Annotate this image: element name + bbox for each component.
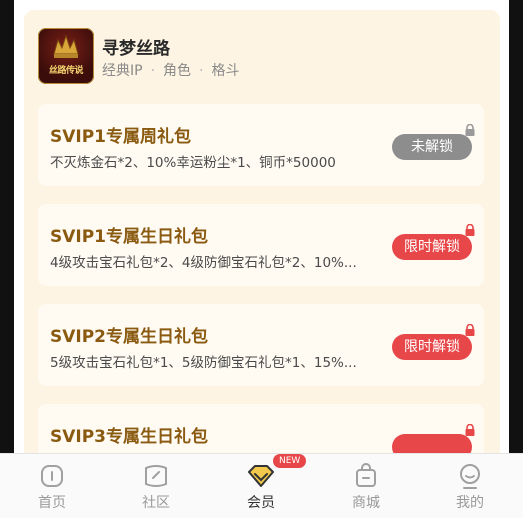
app-frame: 丝路传说 寻梦丝路 经典IP · 角色 · 格斗 SVIP1专属周礼包 不灭炼金石*2、… — [14, 0, 509, 517]
gift-pack-desc: 4级攻击宝石礼包*2、4级防御宝石礼包*2、10%... — [50, 255, 357, 271]
home-icon — [41, 465, 63, 487]
gift-pack-card[interactable]: SVIP2专属生日礼包 5级攻击宝石礼包*1、5级防御宝石礼包*1、15%...… — [38, 304, 484, 386]
lock-icon — [465, 124, 475, 136]
lock-icon — [465, 424, 475, 436]
game-tag: 格斗 — [211, 63, 240, 79]
game-tag: 角色 — [163, 63, 192, 79]
profile-icon — [460, 464, 480, 489]
tab-community[interactable]: 社区 — [116, 454, 196, 518]
new-badge: NEW — [273, 454, 307, 468]
unlock-button[interactable]: 未解锁 — [392, 134, 472, 160]
shop-bag-icon — [356, 463, 376, 487]
limited-unlock-button[interactable]: 限时解锁 — [392, 234, 472, 260]
gift-pack-card[interactable]: SVIP1专属生日礼包 4级攻击宝石礼包*2、4级防御宝石礼包*2、10%...… — [38, 204, 484, 286]
game-header: 丝路传说 寻梦丝路 经典IP · 角色 · 格斗 — [38, 28, 478, 88]
gift-pack-title: SVIP3专属生日礼包 — [50, 427, 209, 447]
tab-label: 首页 — [38, 495, 66, 511]
tab-label: 会员 — [247, 495, 275, 511]
member-panel: 丝路传说 寻梦丝路 经典IP · 角色 · 格斗 SVIP1专属周礼包 不灭炼金石*2、… — [24, 10, 500, 486]
tab-label: 商城 — [352, 495, 380, 511]
gift-pack-desc: 5级攻击宝石礼包*1、5级防御宝石礼包*1、15%... — [50, 355, 357, 371]
gift-pack-title: SVIP1专属周礼包 — [50, 127, 192, 147]
game-tag: 经典IP — [102, 63, 143, 79]
gift-pack-desc: 不灭炼金石*2、10%幸运粉尘*1、铜币*50000 — [50, 155, 336, 171]
tab-home[interactable]: 首页 — [12, 454, 92, 518]
game-title: 寻梦丝路 — [102, 39, 170, 59]
gift-pack-title: SVIP1专属生日礼包 — [50, 227, 209, 247]
tab-label: 我的 — [456, 495, 484, 511]
gift-pack-card[interactable]: SVIP1专属周礼包 不灭炼金石*2、10%幸运粉尘*1、铜币*50000 未解… — [38, 104, 484, 186]
gift-pack-title: SVIP2专属生日礼包 — [50, 327, 209, 347]
bottom-tab-bar: 首页 社区 NEW 会员 商城 我的 — [0, 453, 523, 518]
vip-diamond-icon — [248, 465, 274, 487]
game-tags: 经典IP · 角色 · 格斗 — [102, 63, 240, 79]
tab-profile[interactable]: 我的 — [430, 454, 510, 518]
limited-unlock-button[interactable]: 限时解锁 — [392, 334, 472, 360]
game-logo[interactable]: 丝路传说 — [38, 28, 94, 84]
lock-icon — [465, 324, 475, 336]
community-icon — [145, 465, 167, 487]
lock-icon — [465, 224, 475, 236]
tab-vip[interactable]: NEW 会员 — [221, 454, 307, 518]
tab-label: 社区 — [142, 495, 170, 511]
game-logo-text: 丝路传说 — [48, 66, 84, 76]
tab-shop[interactable]: 商城 — [326, 454, 406, 518]
